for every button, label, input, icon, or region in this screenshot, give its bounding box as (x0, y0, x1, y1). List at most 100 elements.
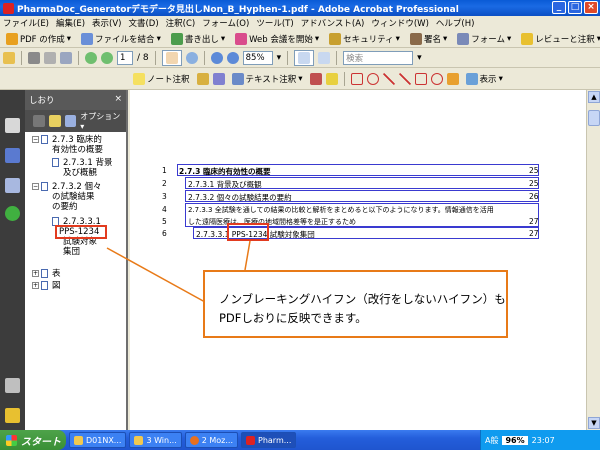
menu-advanced[interactable]: アドバンスト(A) (301, 17, 365, 29)
pencil-icon[interactable] (446, 72, 459, 85)
color-icon[interactable] (325, 72, 338, 85)
menu-comments[interactable]: 注釈(C) (166, 17, 196, 29)
fit-width-icon[interactable] (318, 51, 331, 64)
navigation-toolbar: 1 / 8 85% ▾ 検索 ▾ (0, 48, 600, 68)
ime-indicator[interactable]: A般 (485, 435, 498, 446)
combine-files-button[interactable]: ファイルを結合 ▾ (78, 31, 164, 47)
email-icon[interactable] (60, 51, 72, 64)
forms-button[interactable]: フォーム ▾ (454, 31, 514, 47)
fit-page-button[interactable] (294, 49, 315, 66)
scroll-up-icon[interactable]: ▲ (588, 91, 600, 103)
bookmark-label: 2.7.3 臨床的 (52, 135, 102, 145)
signatures-icon[interactable] (5, 178, 20, 193)
menu-tools[interactable]: ツール(T) (256, 17, 293, 29)
close-button[interactable]: × (584, 1, 598, 14)
bookmark-icon (41, 281, 48, 290)
window-title: PharmaDoc_Generatorデモデータ見出しNon_B_Hyphen-… (17, 4, 459, 15)
taskbar-item[interactable]: 2 Moz... (184, 432, 238, 448)
menu-view[interactable]: 表示(V) (92, 17, 121, 29)
menu-file[interactable]: ファイル(E) (3, 17, 49, 29)
security-button[interactable]: セキュリティ ▾ (326, 31, 403, 47)
minimize-button[interactable]: _ (552, 1, 566, 14)
menu-edit[interactable]: 編集(E) (56, 17, 85, 29)
text-edit-icon (231, 72, 244, 85)
search-input[interactable]: 検索 (343, 50, 414, 65)
arrow-icon[interactable] (382, 72, 395, 85)
highlight-icon[interactable] (212, 72, 225, 85)
bookmark-label: 及び概観 (63, 168, 98, 178)
bookmark-label: の試験結果 (52, 192, 95, 202)
oval-icon[interactable] (430, 72, 443, 85)
scroll-down-icon[interactable]: ▼ (588, 417, 600, 429)
bookmark-item[interactable]: 2.7.3 臨床的 有効性の概要 (52, 135, 103, 155)
create-pdf-button[interactable]: PDF の作成 ▾ (3, 31, 74, 47)
window-controls: _ □ × (552, 1, 598, 14)
taskbar-item[interactable]: 3 Win... (129, 432, 182, 448)
export-icon (170, 32, 183, 45)
bookmark-item[interactable]: 表 (52, 269, 61, 279)
print-icon[interactable] (28, 51, 40, 64)
firefox-icon (189, 435, 199, 445)
menu-window[interactable]: ウィンドウ(W) (371, 17, 429, 29)
zoom-in-icon[interactable] (226, 51, 239, 64)
menu-help[interactable]: ヘルプ(H) (436, 17, 475, 29)
save-icon[interactable] (44, 51, 56, 64)
bookmark-item[interactable]: 2.7.3.2 個々 の試験結果 の要約 (52, 182, 101, 212)
toc-page-number: 27 (529, 229, 539, 238)
zoom-tool-icon[interactable] (185, 51, 198, 64)
previous-page-icon[interactable] (85, 51, 97, 64)
taskbar-item-active[interactable]: Pharm... (241, 432, 297, 448)
help-icon[interactable] (5, 206, 20, 221)
text-edit-button[interactable]: テキスト注釈 ▾ (229, 71, 306, 87)
zoom-out-icon[interactable] (210, 51, 223, 64)
line-number: 5 (162, 217, 167, 226)
review-icon (521, 32, 534, 45)
review-comment-button[interactable]: レビューと注釈 ▾ (518, 31, 600, 47)
chevron-down-icon[interactable]: ▾ (417, 53, 422, 63)
attachments-icon[interactable] (5, 378, 20, 393)
sticky-note-button[interactable]: ノート注釈 (130, 71, 193, 87)
document-view[interactable]: ▲ ▼ 1 2 3 4 5 6 2.7.3 臨床的有効性の概要 2.7.3.1 … (130, 90, 600, 430)
battery-indicator[interactable]: 96% (502, 435, 528, 445)
next-page-icon[interactable] (101, 51, 113, 64)
menu-document[interactable]: 文書(D) (128, 17, 158, 29)
web-meeting-button[interactable]: Web 会議を開始 ▾ (232, 31, 322, 47)
bookmarks-icon[interactable] (5, 148, 20, 163)
sign-button[interactable]: 署名 ▾ (407, 31, 450, 47)
close-icon[interactable]: × (114, 94, 122, 104)
scroll-thumb[interactable] (588, 110, 600, 126)
chevron-down-icon[interactable]: ▾ (277, 53, 282, 63)
taskbar: スタート D01NX... 3 Win... 2 Moz... Pharm...… (0, 430, 600, 450)
show-icon (465, 72, 478, 85)
rectangle-icon[interactable] (414, 72, 427, 85)
new-bookmark-icon[interactable] (48, 115, 61, 127)
callout-icon[interactable] (350, 72, 363, 85)
expand-bookmark-icon[interactable] (64, 115, 77, 127)
stamp-icon[interactable] (196, 72, 209, 85)
collapse-icon[interactable]: − (32, 183, 39, 190)
open-folder-icon[interactable] (3, 51, 15, 64)
expand-icon[interactable]: + (32, 282, 39, 289)
pages-icon[interactable] (5, 118, 20, 133)
export-button[interactable]: 書き出し ▾ (168, 31, 228, 47)
cloud-icon[interactable] (366, 72, 379, 85)
zoom-level-select[interactable]: 85% (242, 50, 273, 65)
comment-toolbar: ノート注釈 テキスト注釈 ▾ 表示 ▾ (0, 68, 600, 90)
menu-forms[interactable]: フォーム(O) (202, 17, 249, 29)
start-button[interactable]: スタート (0, 430, 66, 450)
stamp-tool-icon[interactable] (309, 72, 322, 85)
hand-tool[interactable] (161, 49, 182, 66)
bookmark-item[interactable]: 図 (52, 281, 61, 291)
show-button[interactable]: 表示 ▾ (463, 71, 506, 87)
taskbar-item[interactable]: D01NX... (69, 432, 127, 448)
page-number-input[interactable]: 1 (117, 50, 133, 65)
line-icon[interactable] (398, 72, 411, 85)
delete-icon[interactable] (33, 115, 45, 127)
bookmark-item[interactable]: 2.7.3.1 背景 及び概観 (63, 158, 112, 178)
comments-icon[interactable] (5, 408, 20, 423)
maximize-button[interactable]: □ (568, 1, 582, 14)
vertical-scrollbar[interactable]: ▲ ▼ (586, 90, 600, 430)
collapse-icon[interactable]: − (32, 136, 39, 143)
expand-icon[interactable]: + (32, 270, 39, 277)
options-menu[interactable]: オプション ▾ (80, 111, 126, 131)
